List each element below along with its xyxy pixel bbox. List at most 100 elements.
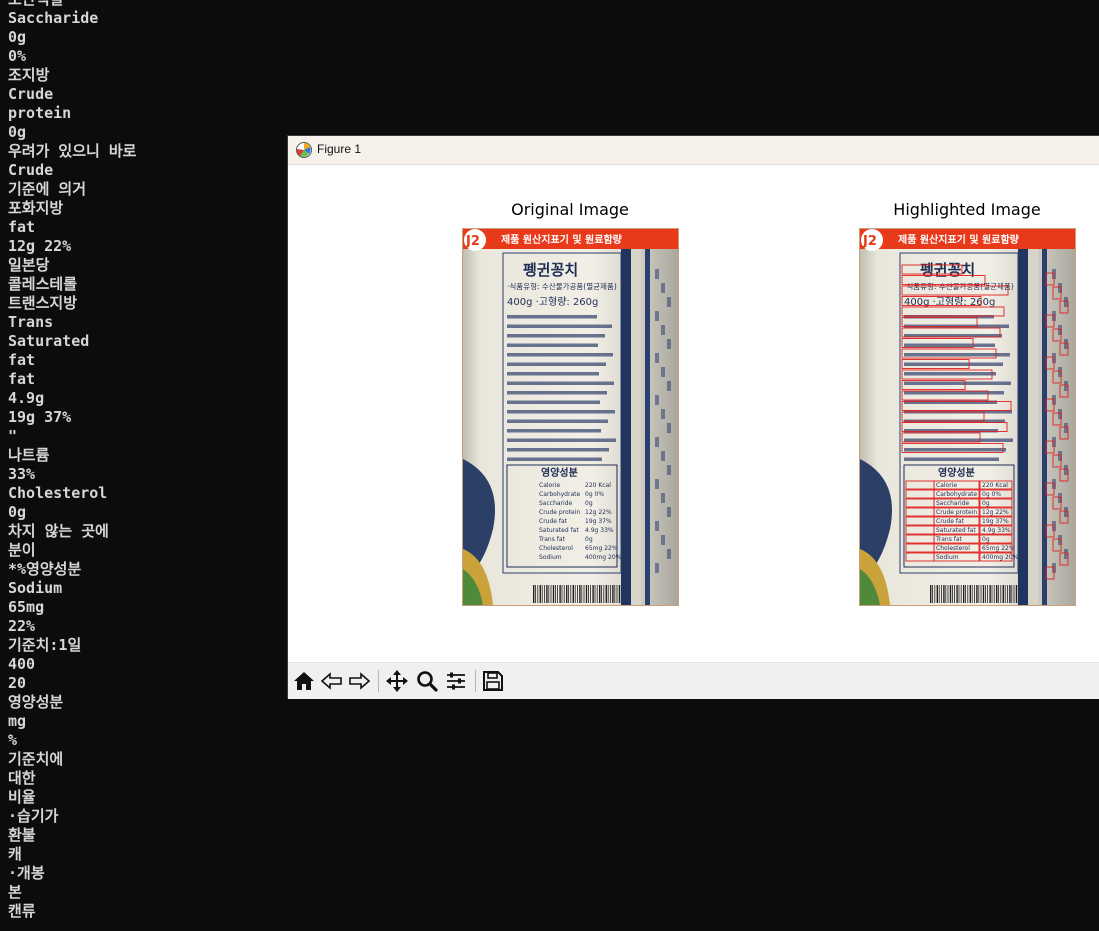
terminal-line: 조지방 (8, 66, 50, 84)
nutrition-row-label: Saturated fat (539, 527, 579, 534)
nutrition-row-label: Carbohydrate (539, 491, 580, 498)
side-text-block (655, 437, 659, 447)
side-text-block (655, 353, 659, 363)
right-axes-title: Highlighted Image (893, 200, 1041, 219)
nutrition-row-value: 0g (982, 536, 990, 543)
terminal-line: Saccharide (8, 9, 99, 27)
nutrition-row-value: 12g 22% (585, 509, 612, 516)
barcode-bar (579, 585, 581, 603)
product-name: 펭귄꽁치 (920, 261, 975, 279)
barcode-bar (599, 585, 601, 603)
zoom-icon (417, 671, 438, 692)
barcode-bar (546, 585, 548, 603)
title-bar[interactable]: Figure 1 (288, 136, 1099, 165)
label-text-line (507, 457, 602, 461)
side-text-block (661, 493, 665, 503)
barcode-bar (588, 585, 589, 603)
home-button[interactable] (291, 669, 317, 693)
barcode-bar (993, 585, 995, 603)
barcode-bar (974, 585, 975, 603)
label-text-line (904, 438, 1013, 442)
can-label-photo: J2 제품 원산지표기 및 원료함량펭귄꽁치 ·식품유형: 수산물가공품(멸균제품)… (463, 229, 678, 605)
label-text-line (904, 353, 1010, 357)
home-icon (294, 672, 314, 690)
nutrition-row-label: Saturated fat (936, 527, 976, 534)
barcode-bar (574, 585, 576, 603)
barcode-bar (535, 585, 536, 603)
forward-button[interactable] (346, 669, 372, 693)
original-image: J2 제품 원산지표기 및 원료함량 펭귄꽁치 ·식품유형: 수산물가공품(멸균제품)… (462, 228, 679, 606)
barcode-bar (958, 585, 960, 603)
side-text-block (1064, 297, 1068, 307)
label-text-line (904, 429, 998, 433)
barcode-bar (583, 585, 585, 603)
terminal-line: 캐 (8, 845, 22, 863)
terminal-line: mg (8, 712, 27, 730)
barcode-bar (943, 585, 945, 603)
barcode-bar (982, 585, 985, 603)
barcode-bar (1015, 585, 1018, 603)
nutrition-row-label: Crude fat (539, 518, 568, 525)
side-text-block (1064, 339, 1068, 349)
net-weight: 400g ·고형량: 260g (507, 296, 598, 308)
barcode-bar (1007, 585, 1008, 603)
navigation-toolbar (288, 662, 1099, 699)
zoom-button[interactable] (414, 669, 440, 693)
barcode-bar (1002, 585, 1004, 603)
label-text-line (507, 410, 615, 414)
nutrition-row-value: 19g 37% (982, 518, 1009, 525)
barcode-bar (1009, 585, 1011, 603)
label-text-line (507, 391, 607, 395)
toolbar-separator (475, 670, 476, 692)
nutrition-row-value: 220 Kcal (585, 482, 611, 489)
barcode-bar (601, 585, 602, 603)
terminal-line: 환불 (8, 826, 36, 844)
save-button[interactable] (480, 669, 506, 693)
nutrition-row-value: 0g 0% (585, 491, 604, 498)
left-axes-title: Original Image (511, 200, 629, 219)
side-text-block (655, 269, 659, 279)
back-button[interactable] (319, 669, 345, 693)
side-text-block (667, 339, 671, 349)
side-text-block (1064, 549, 1068, 559)
label-text-line (904, 372, 996, 376)
barcode-bar (572, 585, 574, 603)
product-name: 펭귄꽁치 (523, 261, 578, 279)
pan-button[interactable] (384, 669, 410, 693)
side-text-block (667, 297, 671, 307)
barcode-bar (618, 585, 621, 603)
label-text-line (507, 343, 598, 347)
can-stripe (1042, 249, 1047, 605)
nutrition-row-label: Trans fat (935, 536, 963, 543)
terminal-line: Crude (8, 85, 54, 103)
figure-canvas[interactable]: Original Image Highlighted Image J2 제품 원산… (288, 165, 1099, 662)
barcode-bar (605, 585, 607, 603)
terminal-line: ·습기가 (8, 807, 59, 825)
barcode-bar (963, 585, 965, 603)
nutrition-row-value: 19g 37% (585, 518, 612, 525)
barcode-bar (592, 585, 594, 603)
side-text-block (661, 535, 665, 545)
nutrition-row-label: Cholesterol (936, 545, 970, 552)
barcode-bar (541, 585, 543, 603)
terminal-line: 비율 (8, 788, 36, 806)
barcode-bar (949, 585, 952, 603)
label-text-line (507, 353, 613, 357)
configure-subplots-button[interactable] (443, 669, 469, 693)
pan-icon (386, 670, 408, 692)
nutrition-row-label: Cholesterol (539, 545, 573, 552)
food-type: ·식품유형: 수산물가공품(멸균제품) (507, 281, 617, 291)
label-text-line (904, 381, 1011, 385)
barcode-bar (566, 585, 568, 603)
nutrition-row-value: 4.9g 33% (982, 527, 1011, 534)
terminal-line: protein (8, 104, 72, 122)
nutrition-row-label: Crude protein (539, 509, 580, 516)
side-text-block (655, 563, 659, 573)
label-text-line (507, 429, 601, 433)
nutrition-title: 영양성분 (541, 466, 578, 479)
side-text-block (655, 479, 659, 489)
window-title: Figure 1 (317, 142, 362, 156)
nutrition-row-value: 0g (982, 500, 990, 507)
nutrition-row-value: 0g (585, 500, 593, 507)
barcode-bar (590, 585, 591, 603)
